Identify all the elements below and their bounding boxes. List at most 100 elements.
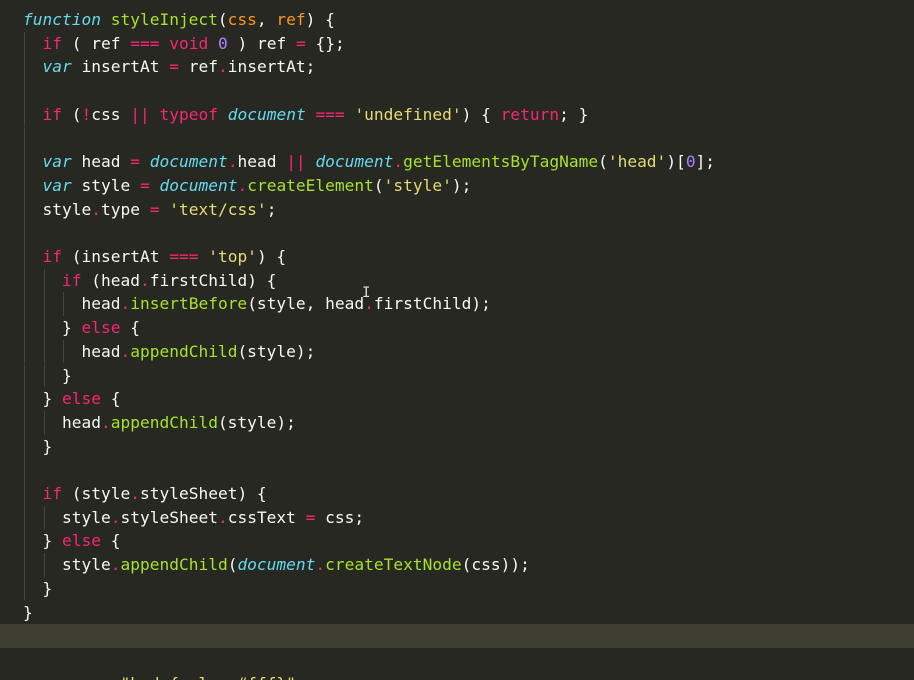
code-token: var bbox=[42, 152, 72, 172]
code-token: ( bbox=[217, 10, 228, 29]
indent-guide bbox=[24, 339, 25, 364]
code-token: if bbox=[42, 484, 63, 503]
code-token: head bbox=[81, 294, 121, 314]
indent-guide bbox=[24, 126, 25, 151]
code-token: firstChild) { bbox=[149, 270, 277, 290]
code-token: ( bbox=[62, 104, 82, 124]
code-line[interactable] bbox=[0, 221, 914, 245]
indent-guide bbox=[63, 292, 64, 317]
code-token: style bbox=[62, 555, 111, 575]
indent-guide bbox=[24, 102, 25, 127]
code-token: } bbox=[42, 578, 53, 598]
code-token: ) { bbox=[305, 10, 335, 29]
code-line[interactable]: function styleInject(css, ref) { bbox=[0, 8, 914, 32]
code-token: . bbox=[217, 57, 228, 77]
code-line[interactable] bbox=[0, 648, 914, 672]
code-line[interactable]: if (!css || typeof document === 'undefin… bbox=[0, 102, 914, 127]
code-token: return bbox=[500, 104, 560, 124]
code-token: . bbox=[393, 152, 404, 172]
code-line[interactable]: } else { bbox=[0, 316, 914, 340]
indent-guide bbox=[24, 150, 25, 174]
code-token: style bbox=[62, 507, 111, 527]
code-text: if (head.firstChild) { bbox=[62, 269, 276, 293]
code-text: if (!css || typeof document === 'undefin… bbox=[43, 103, 589, 127]
code-token: , bbox=[256, 10, 277, 29]
code-token: ; bbox=[266, 199, 277, 219]
code-line[interactable]: } else { bbox=[0, 529, 914, 554]
code-token: . bbox=[227, 152, 238, 172]
code-token: ) { bbox=[256, 247, 287, 266]
code-token: (style, head bbox=[247, 294, 365, 314]
indent-guide bbox=[24, 221, 25, 245]
code-token: 'style' bbox=[383, 175, 452, 195]
code-token: ! bbox=[81, 104, 92, 124]
indent-guide bbox=[43, 316, 45, 340]
code-line[interactable]: head.appendChild(style); bbox=[0, 410, 914, 435]
code-text: } bbox=[43, 435, 53, 459]
code-token: === bbox=[130, 33, 160, 53]
code-token: style bbox=[42, 199, 92, 219]
code-token: (style); bbox=[237, 341, 316, 361]
code-token: head bbox=[62, 412, 101, 432]
code-line[interactable]: head.appendChild(style); bbox=[0, 339, 914, 364]
code-line[interactable] bbox=[0, 126, 914, 151]
code-text: } bbox=[62, 364, 72, 388]
code-line[interactable]: var style = document.createElement('styl… bbox=[0, 173, 914, 198]
code-editor[interactable]: I function styleInject(css, ref) {if ( r… bbox=[0, 0, 914, 680]
code-line[interactable]: if (style.styleSheet) { bbox=[0, 482, 914, 506]
code-token: (css)); bbox=[461, 555, 530, 575]
code-line[interactable]: } bbox=[0, 434, 914, 459]
code-text: var insertAt = ref.insertAt; bbox=[43, 55, 316, 79]
code-token: . bbox=[237, 175, 248, 195]
code-line[interactable] bbox=[0, 79, 914, 103]
indent-guide bbox=[43, 505, 45, 530]
indent-guide bbox=[24, 576, 25, 601]
code-token: var bbox=[42, 175, 72, 195]
indent-guide bbox=[24, 482, 25, 506]
code-token: css bbox=[52, 674, 101, 680]
code-text: head.insertBefore(style, head.firstChild… bbox=[82, 292, 491, 316]
code-line[interactable]: head.insertBefore(style, head.firstChild… bbox=[0, 292, 914, 317]
code-token: . bbox=[315, 555, 326, 575]
indent-guide bbox=[24, 316, 25, 340]
code-token: style bbox=[71, 175, 140, 195]
code-token: } bbox=[42, 436, 53, 456]
code-token: = bbox=[139, 175, 150, 195]
code-line[interactable]: } else { bbox=[0, 387, 914, 411]
code-line[interactable]: var head = document.head || document.get… bbox=[0, 150, 914, 174]
code-token: (style); bbox=[217, 412, 296, 432]
code-token: head bbox=[237, 152, 287, 172]
code-line[interactable]: var css = "body{color:#fff}"; bbox=[0, 672, 914, 680]
code-line[interactable]: if (head.firstChild) { bbox=[0, 268, 914, 293]
code-line[interactable]: } bbox=[0, 363, 914, 388]
code-token: 'undefined' bbox=[354, 104, 462, 124]
code-token: head bbox=[71, 152, 131, 172]
code-line[interactable] bbox=[0, 458, 914, 482]
code-token: {}; bbox=[305, 33, 345, 53]
code-token: if bbox=[62, 270, 82, 290]
code-line[interactable]: style.appendChild(document.createTextNod… bbox=[0, 553, 914, 577]
code-token: } bbox=[42, 531, 62, 551]
code-token: function bbox=[23, 10, 101, 29]
code-line[interactable]: } bbox=[0, 601, 914, 625]
code-text: function styleInject(css, ref) { bbox=[23, 8, 335, 32]
code-line[interactable]: style.styleSheet.cssText = css; bbox=[0, 505, 914, 530]
code-token: styleInject bbox=[110, 10, 218, 29]
code-token: ( bbox=[373, 175, 384, 195]
code-line[interactable]: } bbox=[0, 576, 914, 601]
code-line[interactable]: style.type = 'text/css'; bbox=[0, 197, 914, 222]
code-line[interactable] bbox=[0, 624, 914, 648]
code-token: firstChild); bbox=[373, 294, 491, 314]
code-text: style.type = 'text/css'; bbox=[43, 198, 277, 222]
code-token: typeof bbox=[159, 104, 218, 124]
code-line[interactable]: if ( ref === void 0 ) ref = {}; bbox=[0, 31, 914, 56]
code-line[interactable]: var insertAt = ref.insertAt; bbox=[0, 55, 914, 80]
code-line[interactable]: if (insertAt === 'top') { bbox=[0, 245, 914, 269]
